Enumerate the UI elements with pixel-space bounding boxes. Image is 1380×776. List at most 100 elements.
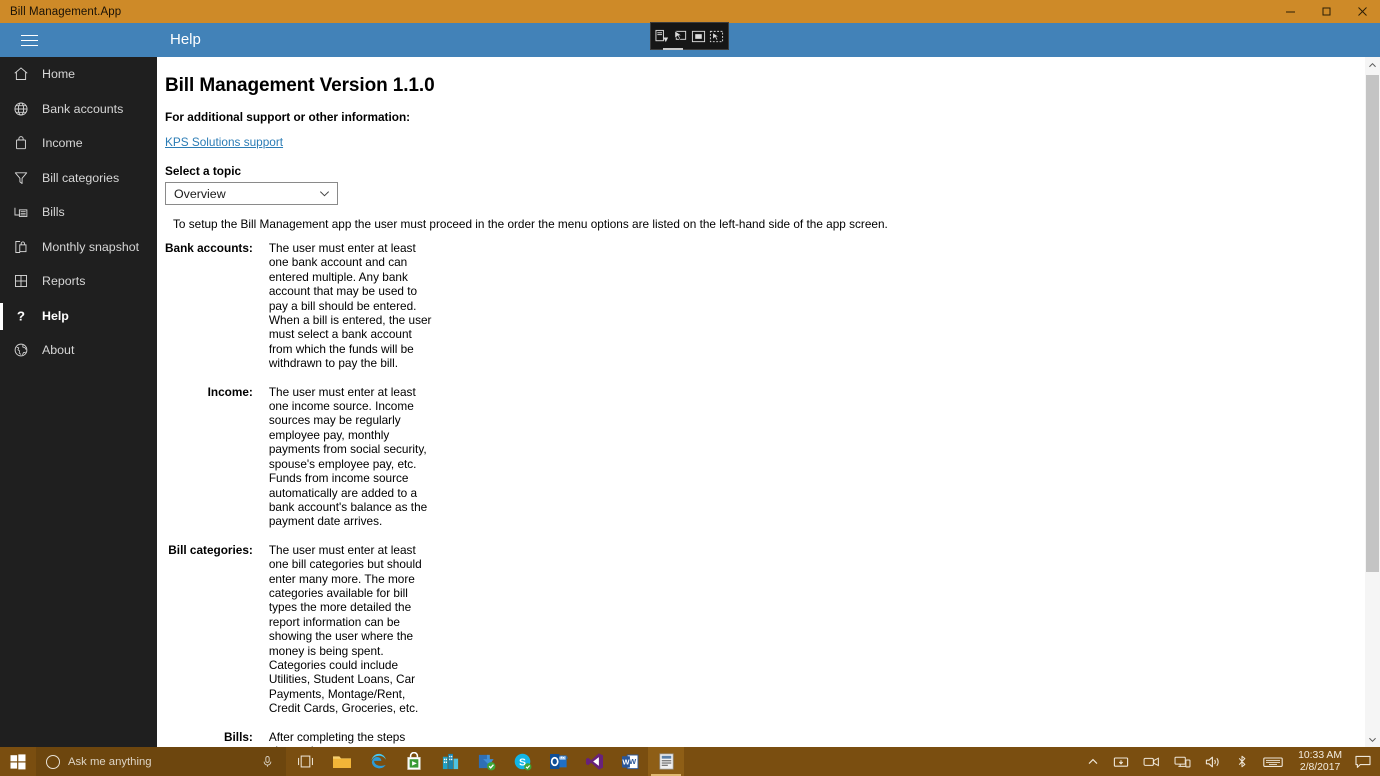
search-input[interactable]: Ask me anything (36, 747, 286, 776)
main-content: Bill Management Version 1.1.0 For additi… (157, 57, 1380, 747)
page-title: Bill Management Version 1.1.0 (165, 75, 435, 96)
show-hidden-icons-button[interactable] (1080, 747, 1106, 776)
table-row: Income: The user must enter at least one… (165, 385, 437, 543)
bill-management-icon[interactable] (648, 747, 684, 776)
sidebar-item-home[interactable]: Home (0, 57, 157, 92)
grid-icon (8, 268, 34, 294)
globe-icon (8, 96, 34, 122)
topic-definition: The user must enter at least one bill ca… (268, 542, 422, 716)
topic-term: Bills: (224, 729, 253, 744)
sql-server-icon[interactable] (432, 747, 468, 776)
topic-term: Income: (207, 384, 253, 399)
scroll-down-arrow[interactable] (1365, 731, 1380, 747)
start-button[interactable] (0, 747, 36, 776)
content-scrollbar[interactable] (1365, 57, 1380, 747)
search-placeholder: Ask me anything (68, 755, 152, 768)
close-button[interactable] (1344, 0, 1380, 23)
word-icon[interactable]: W W (612, 747, 648, 776)
skype-icon[interactable]: S (504, 747, 540, 776)
taskbar-clock[interactable]: 10:33 AM 2/8/2017 (1290, 747, 1350, 776)
edge-icon[interactable] (360, 747, 396, 776)
topic-select-value: Overview (174, 186, 226, 201)
cortana-icon (46, 754, 60, 769)
camera-icon[interactable] (1136, 747, 1167, 776)
sidebar-item-bill-categories[interactable]: Bill categories (0, 161, 157, 196)
microphone-icon[interactable] (261, 755, 274, 768)
snapshot-icon (8, 234, 34, 260)
store-icon[interactable] (396, 747, 432, 776)
topic-definition: After completing the steps above, the us… (268, 729, 406, 747)
window-snip-icon[interactable] (690, 28, 707, 45)
sidebar-item-label: Bill categories (42, 170, 120, 185)
maximize-button[interactable] (1308, 0, 1344, 23)
sidebar-item-income[interactable]: Income (0, 126, 157, 161)
table-row: Bills: After completing the steps above,… (165, 730, 437, 747)
screen-capture-toolbar[interactable] (650, 22, 729, 50)
sidebar-item-label: Help (42, 308, 69, 323)
sidebar-item-label: Income (42, 136, 83, 151)
onedrive-icon[interactable] (1106, 747, 1136, 776)
file-explorer-icon[interactable] (324, 747, 360, 776)
chevron-down-icon (318, 187, 331, 200)
sidebar-item-bank-accounts[interactable]: Bank accounts (0, 92, 157, 127)
window-titlebar: Bill Management.App (0, 0, 1380, 23)
sidebar-item-bills[interactable]: Bills (0, 195, 157, 230)
bills-icon (8, 199, 34, 225)
topic-definition: The user must enter at least one income … (268, 384, 428, 529)
sidebar-item-label: About (42, 343, 75, 358)
sidebar-item-label: Monthly snapshot (42, 239, 140, 254)
rectangular-snip-icon[interactable] (672, 28, 689, 45)
clock-time: 10:33 AM (1298, 749, 1342, 761)
sidebar-item-label: Home (42, 67, 76, 82)
keyboard-icon[interactable] (1256, 747, 1290, 776)
topic-definition: The user must enter at least one bank ac… (268, 241, 432, 371)
table-row: Bill categories: The user must enter at … (165, 543, 437, 730)
topic-term: Bank accounts: (165, 241, 253, 255)
question-icon: ? (8, 303, 34, 329)
topic-select[interactable]: Overview (165, 182, 338, 205)
task-view-icon[interactable] (286, 747, 324, 776)
svg-text:?: ? (17, 308, 25, 323)
svg-text:W: W (622, 757, 630, 766)
selected-indicator (0, 302, 3, 330)
sidebar-item-label: Bank accounts (42, 101, 124, 116)
svg-text:W: W (629, 757, 637, 766)
download-icon[interactable] (468, 747, 504, 776)
scrollbar-thumb[interactable] (1366, 75, 1379, 572)
freeform-snip-icon[interactable] (654, 28, 671, 45)
sidebar-item-reports[interactable]: Reports (0, 264, 157, 299)
fullscreen-snip-icon[interactable] (708, 28, 725, 45)
support-info-line: For additional support or other informat… (165, 110, 411, 124)
sidebar-nav: Home Bank accounts Income Bill categorie… (0, 57, 157, 747)
taskbar-app-list: S OUTLOOK W (324, 747, 684, 776)
window-controls (1272, 0, 1380, 23)
sidebar-item-label: Bills (42, 205, 65, 220)
capture-toolbar-indicator (663, 48, 683, 50)
action-center-icon[interactable] (1350, 755, 1380, 769)
select-topic-label: Select a topic (165, 164, 242, 178)
world-icon (8, 337, 34, 363)
app-header-title: Help (170, 31, 201, 48)
system-tray: 10:33 AM 2/8/2017 (1080, 747, 1380, 776)
bag-icon (8, 130, 34, 156)
outlook-icon[interactable]: OUTLOOK (540, 747, 576, 776)
volume-icon[interactable] (1198, 747, 1228, 776)
windows-taskbar: Ask me anything S LOO W W 10:33 AM 2/8/2… (0, 747, 1380, 776)
window-title: Bill Management.App (10, 5, 122, 18)
funnel-icon (8, 165, 34, 191)
network-icon[interactable] (1167, 747, 1198, 776)
intro-text: To setup the Bill Management app the use… (173, 217, 888, 231)
hamburger-menu-icon[interactable] (8, 23, 50, 57)
support-link[interactable]: KPS Solutions support (165, 135, 283, 149)
visual-studio-icon[interactable] (576, 747, 612, 776)
sidebar-item-about[interactable]: About (0, 333, 157, 368)
sidebar-item-monthly-snapshot[interactable]: Monthly snapshot (0, 230, 157, 265)
minimize-button[interactable] (1272, 0, 1308, 23)
sidebar-item-help[interactable]: ? Help (0, 299, 157, 334)
table-row: Bank accounts: The user must enter at le… (165, 241, 437, 385)
scroll-up-arrow[interactable] (1365, 57, 1380, 73)
topic-term: Bill categories: (168, 542, 253, 557)
bluetooth-icon[interactable] (1228, 747, 1256, 776)
topic-definition-table: Bank accounts: The user must enter at le… (165, 241, 437, 747)
clock-date: 2/8/2017 (1299, 761, 1341, 773)
